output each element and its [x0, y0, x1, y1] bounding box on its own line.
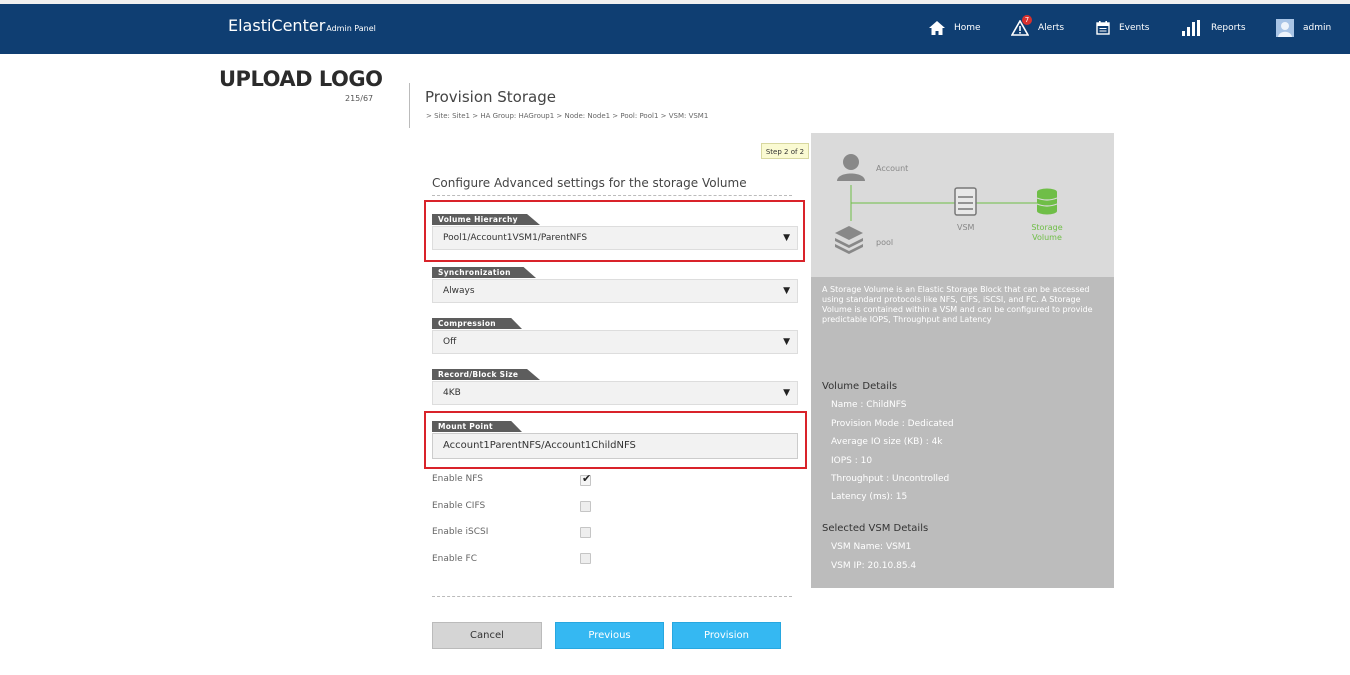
nav-reports-label: Reports: [1211, 23, 1246, 33]
user-name: admin: [1303, 23, 1332, 33]
brand-name: ElastiCenter: [228, 16, 326, 35]
detail-throughput: Throughput : Uncontrolled: [831, 474, 950, 484]
chevron-down-icon: ▼: [783, 286, 790, 296]
storage-volume-icon: [1036, 188, 1058, 215]
vsm-name: VSM Name: VSM1: [831, 542, 912, 552]
enable-cifs-checkbox[interactable]: [580, 501, 591, 512]
enable-fc-label: Enable FC: [432, 554, 477, 564]
diagram-pool-label: pool: [876, 238, 894, 247]
account-icon: [837, 154, 865, 181]
nav-events[interactable]: Events: [1096, 18, 1149, 38]
divider: [432, 195, 792, 196]
mount-point-input[interactable]: Account1ParentNFS/Account1ChildNFS: [432, 433, 798, 459]
vsm-details-title: Selected VSM Details: [822, 523, 929, 534]
block-size-select[interactable]: 4KB ▼: [432, 381, 798, 405]
detail-latency: Latency (ms): 15: [831, 492, 908, 502]
nav-reports[interactable]: Reports: [1182, 18, 1246, 38]
enable-cifs-label: Enable CIFS: [432, 501, 486, 511]
vsm-server-icon: [954, 187, 977, 216]
diagram-account-label: Account: [876, 164, 909, 173]
compression-select[interactable]: Off ▼: [432, 330, 798, 354]
nav-events-label: Events: [1119, 23, 1150, 33]
block-size-value: 4KB: [443, 388, 461, 398]
upload-logo-placeholder[interactable]: UPLOAD LOGO: [219, 67, 383, 91]
synchronization-select[interactable]: Always ▼: [432, 279, 798, 303]
volume-hierarchy-label: Volume Hierarchy: [432, 214, 540, 225]
compression-label: Compression: [432, 318, 522, 329]
logo-size-hint: 215/67: [345, 94, 374, 103]
previous-button[interactable]: Previous: [555, 622, 664, 649]
enable-iscsi-label: Enable iSCSI: [432, 527, 489, 537]
vsm-ip: VSM IP: 20.10.85.4: [831, 561, 917, 571]
chevron-down-icon: ▼: [783, 388, 790, 398]
pool-icon: [835, 226, 863, 254]
block-size-label: Record/Block Size: [432, 369, 540, 380]
breadcrumb: > Site: Site1 > HA Group: HAGroup1 > Nod…: [426, 112, 709, 120]
synchronization-value: Always: [443, 286, 475, 296]
diagram-storage-volume-label: Storage Volume: [1027, 223, 1067, 243]
enable-iscsi-checkbox[interactable]: [580, 527, 591, 538]
form-title: Configure Advanced settings for the stor…: [432, 176, 747, 190]
enable-fc-checkbox[interactable]: [580, 553, 591, 564]
volume-hierarchy-value: Pool1/Account1VSM1/ParentNFS: [443, 233, 588, 243]
divider: [432, 596, 792, 597]
storage-label-line1: Storage: [1031, 223, 1063, 232]
nav-user-menu[interactable]: admin: [1276, 18, 1331, 38]
detail-iops: IOPS : 10: [831, 456, 873, 466]
enable-nfs-checkbox[interactable]: [580, 472, 591, 486]
nav-home-label: Home: [954, 23, 981, 33]
cancel-button[interactable]: Cancel: [432, 622, 542, 649]
chevron-down-icon: ▼: [783, 337, 790, 347]
alert-count-badge: 7: [1022, 15, 1032, 25]
synchronization-label: Synchronization: [432, 267, 536, 278]
calendar-icon: [1096, 21, 1110, 35]
page-title: Provision Storage: [425, 88, 556, 106]
enable-nfs-label: Enable NFS: [432, 474, 483, 484]
hierarchy-diagram: [835, 154, 1058, 254]
chevron-down-icon: ▼: [783, 233, 790, 243]
volume-details-title: Volume Details: [822, 381, 898, 392]
brand-logo[interactable]: ElastiCenterAdmin Panel: [228, 17, 376, 38]
storage-volume-description: A Storage Volume is an Elastic Storage B…: [822, 285, 1093, 324]
nav-home[interactable]: Home: [929, 18, 981, 38]
detail-provision-mode: Provision Mode : Dedicated: [831, 419, 954, 429]
provision-button[interactable]: Provision: [672, 622, 781, 649]
header-divider: [409, 83, 410, 128]
nav-alerts[interactable]: 7 Alerts: [1011, 15, 1065, 38]
bar-chart-icon: [1182, 20, 1200, 36]
step-indicator: Step 2 of 2: [761, 143, 809, 159]
alert-icon-wrap: 7: [1011, 15, 1032, 36]
detail-average-io-size: Average IO size (KB) : 4k: [831, 437, 943, 447]
compression-value: Off: [443, 337, 457, 347]
detail-name: Name : ChildNFS: [831, 400, 907, 410]
brand-subtitle: Admin Panel: [326, 24, 376, 33]
nav-alerts-label: Alerts: [1038, 23, 1065, 33]
volume-hierarchy-select[interactable]: Pool1/Account1VSM1/ParentNFS ▼: [432, 226, 798, 250]
avatar: [1276, 19, 1294, 37]
storage-label-line2: Volume: [1032, 233, 1062, 242]
diagram-vsm-label: VSM: [957, 223, 975, 232]
home-icon: [929, 21, 945, 35]
mount-point-label: Mount Point: [432, 421, 522, 432]
